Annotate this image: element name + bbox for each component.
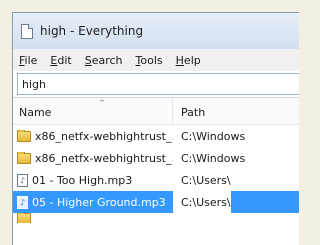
item-path: C:\Windows [181,129,246,143]
folder-icon [17,213,31,223]
menu-bar: File Edit Search Tools Help [13,49,299,71]
column-header-row: ^ Name Path [13,98,299,125]
folder-icon [17,151,31,164]
list-item-selected[interactable]: ♪ 05 - Higher Ground.mp3 C:\Users\ [13,191,299,213]
list-item[interactable]: x86_netfx-webhightrust_... C:\Windows [13,125,299,147]
search-input[interactable]: high [17,73,299,95]
music-file-icon: ♪ [17,173,28,187]
document-icon [21,23,33,39]
menu-tools[interactable]: Tools [136,54,163,67]
sort-caret-icon: ^ [99,99,105,107]
item-path: C:\Users\ [173,191,231,213]
menu-edit[interactable]: Edit [50,54,71,67]
title-bar[interactable]: high - Everything [13,13,299,49]
menu-file[interactable]: File [19,54,37,67]
window-title: high - Everything [40,24,144,38]
menu-search[interactable]: Search [85,54,123,67]
list-item[interactable]: ♪ 01 - Too High.mp3 C:\Users\ [13,169,299,191]
list-item-partial[interactable] [13,213,299,223]
menu-help[interactable]: Help [176,54,201,67]
music-file-icon: ♪ [17,195,28,209]
column-header-name[interactable]: ^ Name [13,98,173,124]
item-name: 05 - Higher Ground.mp3 [32,195,166,209]
item-name: x86_netfx-webhightrust_... [35,151,173,165]
folder-icon [17,129,31,142]
column-header-path[interactable]: Path [173,106,205,124]
search-value: high [22,77,46,91]
results-list[interactable]: ^ Name Path x86_netfx-webhightrust_... C… [13,97,299,245]
item-name: 01 - Too High.mp3 [32,173,133,187]
item-path: C:\Users\ [181,173,231,187]
everything-window: high - Everything File Edit Search Tools… [12,12,299,245]
item-name: x86_netfx-webhightrust_... [35,129,173,143]
item-path: C:\Windows [181,151,246,165]
list-item[interactable]: x86_netfx-webhightrust_... C:\Windows [13,147,299,169]
